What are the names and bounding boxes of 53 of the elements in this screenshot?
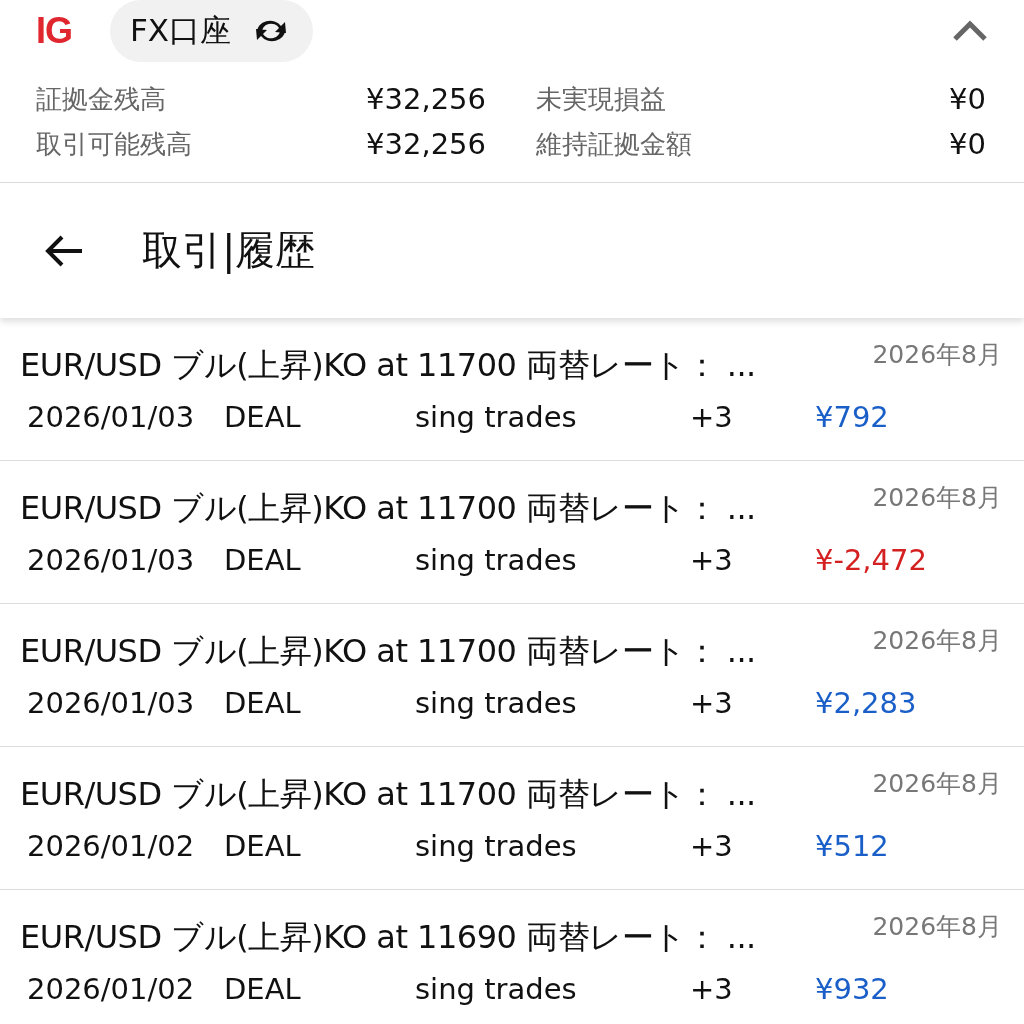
logo: IG bbox=[36, 10, 72, 52]
row-title: EUR/USD ブル(上昇)KO at 11700 両替レート： ... bbox=[20, 774, 756, 815]
summary-value: ¥32,256 bbox=[366, 82, 486, 117]
row-month: 2026年8月 bbox=[872, 768, 1002, 800]
summary-value: ¥0 bbox=[949, 82, 986, 117]
row-description: sing trades bbox=[415, 972, 578, 1006]
summary-value: ¥0 bbox=[949, 127, 986, 162]
history-row[interactable]: EUR/USD ブル(上昇)KO at 11690 両替レート： ... 2026年8月 2026/01/02 DEAL sing trades +3 ¥932 bbox=[0, 890, 1024, 1024]
row-month: 2026年8月 bbox=[872, 625, 1002, 657]
row-amount: ¥512 bbox=[815, 829, 890, 863]
row-type: DEAL bbox=[224, 972, 302, 1006]
row-count: +3 bbox=[690, 400, 734, 434]
summary-label: 証拠金残高 bbox=[36, 83, 167, 116]
row-type: DEAL bbox=[224, 829, 302, 863]
row-count: +3 bbox=[690, 972, 734, 1006]
row-date: 2026/01/03 bbox=[27, 543, 196, 577]
row-month: 2026年8月 bbox=[872, 911, 1002, 943]
row-amount: ¥792 bbox=[815, 400, 890, 434]
account-selector[interactable]: FX口座 bbox=[110, 0, 314, 62]
row-type: DEAL bbox=[224, 686, 302, 720]
row-description: sing trades bbox=[415, 400, 578, 434]
row-count: +3 bbox=[690, 829, 734, 863]
history-row[interactable]: EUR/USD ブル(上昇)KO at 11700 両替レート： ... 2026年8月 2026/01/03 DEAL sing trades +3 ¥2,283 bbox=[0, 604, 1024, 747]
page-title: 取引|履歴 bbox=[142, 226, 316, 276]
summary-label: 未実現損益 bbox=[536, 83, 666, 116]
row-description: sing trades bbox=[415, 543, 578, 577]
summary-value: ¥32,256 bbox=[366, 127, 486, 162]
row-title: EUR/USD ブル(上昇)KO at 11700 両替レート： ... bbox=[20, 345, 756, 386]
row-count: +3 bbox=[690, 543, 734, 577]
row-type: DEAL bbox=[224, 400, 302, 434]
history-row[interactable]: EUR/USD ブル(上昇)KO at 11700 両替レート： ... 2026年8月 2026/01/02 DEAL sing trades +3 ¥512 bbox=[0, 747, 1024, 890]
row-month: 2026年8月 bbox=[872, 339, 1002, 371]
row-amount: ¥-2,472 bbox=[815, 543, 928, 577]
row-type: DEAL bbox=[224, 543, 302, 577]
row-date: 2026/01/02 bbox=[27, 972, 196, 1006]
summary-label: 取引可能残高 bbox=[36, 128, 193, 161]
history-row[interactable]: EUR/USD ブル(上昇)KO at 11700 両替レート： ... 2026年8月 2026/01/03 DEAL sing trades +3 ¥-2,472 bbox=[0, 461, 1024, 604]
summary-label: 維持証拠金額 bbox=[536, 128, 692, 161]
row-month: 2026年8月 bbox=[872, 482, 1002, 514]
row-title: EUR/USD ブル(上昇)KO at 11700 両替レート： ... bbox=[20, 631, 756, 672]
row-date: 2026/01/03 bbox=[27, 686, 196, 720]
row-date: 2026/01/03 bbox=[27, 400, 196, 434]
row-description: sing trades bbox=[415, 829, 578, 863]
row-description: sing trades bbox=[415, 686, 578, 720]
row-count: +3 bbox=[690, 686, 734, 720]
row-amount: ¥2,283 bbox=[815, 686, 918, 720]
row-date: 2026/01/02 bbox=[27, 829, 196, 863]
row-amount: ¥932 bbox=[815, 972, 890, 1006]
history-row[interactable]: EUR/USD ブル(上昇)KO at 11700 両替レート： ... 2026年8月 2026/01/03 DEAL sing trades +3 ¥792 bbox=[0, 318, 1024, 461]
row-title: EUR/USD ブル(上昇)KO at 11690 両替レート： ... bbox=[20, 917, 756, 958]
row-title: EUR/USD ブル(上昇)KO at 11700 両替レート： ... bbox=[20, 488, 756, 529]
back-arrow-icon[interactable] bbox=[44, 233, 84, 268]
chevron-up-icon[interactable] bbox=[952, 20, 988, 42]
